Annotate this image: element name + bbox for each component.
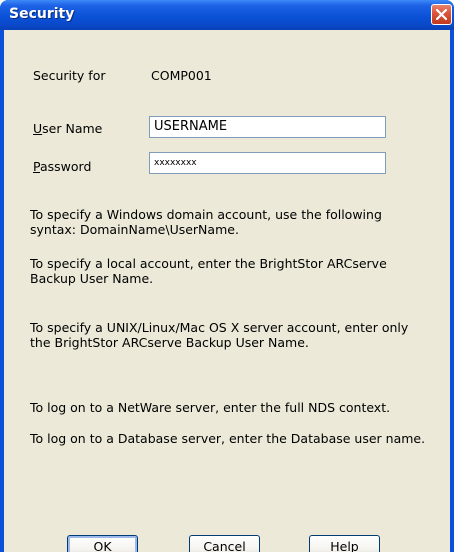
password-label: Password: [33, 159, 91, 174]
security-dialog: Security Security for COMP001 User Name …: [0, 0, 454, 552]
help-text-windows: To specify a Windows domain account, use…: [30, 207, 382, 237]
username-field[interactable]: USERNAME: [149, 116, 386, 138]
cancel-button[interactable]: Cancel: [189, 535, 260, 552]
cancel-mnemonic: C: [203, 539, 213, 552]
help-rest: elp: [339, 539, 359, 552]
password-field[interactable]: xxxxxxxx: [149, 152, 386, 174]
password-label-rest: assword: [39, 159, 92, 174]
window-title: Security: [9, 6, 75, 22]
help-text-netware: To log on to a NetWare server, enter the…: [30, 400, 391, 415]
help-text-database: To log on to a Database server, enter th…: [30, 431, 426, 446]
ok-button[interactable]: OK: [67, 535, 138, 552]
help-text-unix: To specify a UNIX/Linux/Mac OS X server …: [30, 320, 409, 350]
username-label-rest: ser Name: [42, 121, 103, 136]
title-bar[interactable]: Security: [0, 0, 454, 30]
security-for-value: COMP001: [151, 68, 212, 83]
username-mnemonic: U: [33, 121, 43, 136]
dialog-body: Security for COMP001 User Name USERNAME …: [4, 30, 450, 552]
close-button[interactable]: [431, 4, 452, 25]
help-text-local: To specify a local account, enter the Br…: [30, 256, 387, 286]
security-for-label: Security for: [33, 68, 106, 83]
password-mnemonic: P: [33, 159, 40, 174]
close-icon: [436, 9, 447, 20]
help-button[interactable]: Help: [309, 535, 380, 552]
ok-rest: K: [103, 539, 112, 552]
ok-mnemonic: O: [93, 539, 104, 552]
username-label: User Name: [33, 121, 102, 136]
cancel-rest: ancel: [212, 539, 246, 552]
help-mnemonic: H: [330, 539, 340, 552]
